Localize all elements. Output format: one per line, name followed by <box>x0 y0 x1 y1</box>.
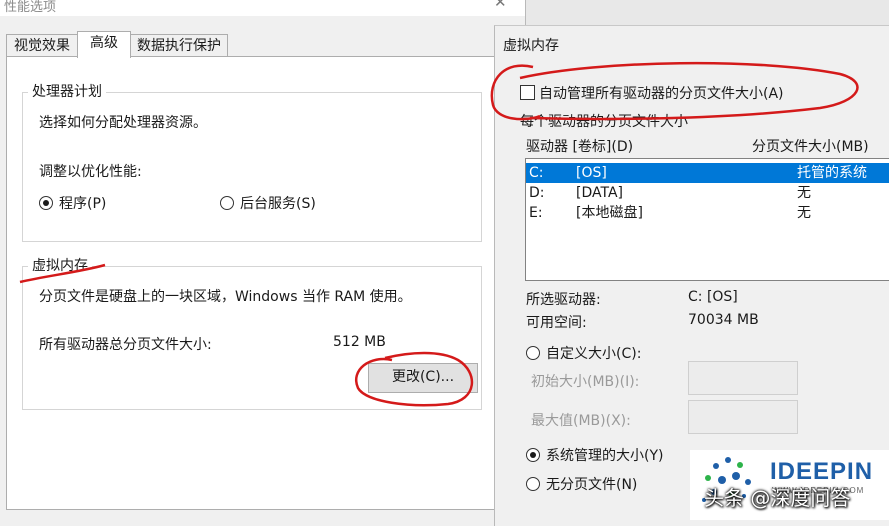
custom-size-label[interactable]: 自定义大小(C): <box>546 343 641 363</box>
size-column-header: 分页文件大小(MB) <box>752 139 869 155</box>
virtual-memory-title: 虚拟内存 <box>28 255 92 275</box>
drive-row-d[interactable]: D: [DATA] 无 <box>526 183 889 203</box>
drive-row-e[interactable]: E: [本地磁盘] 无 <box>526 203 889 223</box>
no-paging-file-radio[interactable] <box>526 477 540 491</box>
dialog-title: 虚拟内存 <box>503 38 559 54</box>
drive-letter: D: <box>529 185 545 201</box>
drive-column-header: 驱动器 [卷标](D) <box>526 139 634 155</box>
paging-file-description: 分页文件是硬盘上的一块区域，Windows 当作 RAM 使用。 <box>39 289 412 305</box>
programs-label[interactable]: 程序(P) <box>59 193 106 213</box>
free-space-label: 可用空间: <box>526 315 587 331</box>
background-services-radio[interactable] <box>220 196 234 210</box>
system-managed-radio[interactable] <box>526 448 540 462</box>
selected-drive-value: C: [OS] <box>688 289 738 305</box>
adjust-label: 调整以优化性能: <box>39 164 142 180</box>
max-size-label: 最大值(MB)(X): <box>531 413 631 429</box>
drive-volume-label: [DATA] <box>576 185 623 201</box>
system-managed-label[interactable]: 系统管理的大小(Y) <box>546 445 663 465</box>
drive-letter: C: <box>529 165 544 181</box>
drive-paging-size: 托管的系统 <box>797 165 867 181</box>
tab-advanced[interactable]: 高级 <box>77 31 131 58</box>
drive-volume-label: [OS] <box>576 165 607 181</box>
programs-radio[interactable] <box>39 196 53 210</box>
free-space-value: 70034 MB <box>688 312 759 328</box>
background-services-label[interactable]: 后台服务(S) <box>240 193 316 213</box>
processor-scheduling-title: 处理器计划 <box>28 81 106 101</box>
change-button[interactable]: 更改(C)... <box>368 363 478 393</box>
auto-manage-label[interactable]: 自动管理所有驱动器的分页文件大小(A) <box>539 83 784 103</box>
selected-drive-label: 所选驱动器: <box>526 292 601 308</box>
tab-visual-effects[interactable]: 视觉效果 <box>6 34 78 58</box>
per-drive-section-label: 每个驱动器的分页文件大小 <box>520 114 688 130</box>
custom-size-radio[interactable] <box>526 346 540 360</box>
initial-size-label: 初始大小(MB)(I): <box>531 374 640 390</box>
drive-paging-size: 无 <box>797 185 811 201</box>
watermark: IDEEPIN WWW.IDEEPIN.COM 头条 @深度问答 <box>690 450 889 520</box>
drive-row-c[interactable]: C: [OS] 托管的系统 <box>526 163 889 183</box>
title-bar: 性能选项 ✕ <box>0 0 525 16</box>
tab-panel-advanced: 处理器计划 选择如何分配处理器资源。 调整以优化性能: 程序(P) 后台服务(S… <box>6 56 495 510</box>
processor-description: 选择如何分配处理器资源。 <box>39 115 207 131</box>
max-size-input[interactable] <box>688 400 798 434</box>
drive-letter: E: <box>529 205 543 221</box>
initial-size-input[interactable] <box>688 361 798 395</box>
drive-paging-size: 无 <box>797 205 811 221</box>
window-title: 性能选项 <box>4 0 57 15</box>
auto-manage-checkbox[interactable] <box>520 85 535 100</box>
performance-options-window: 性能选项 ✕ 视觉效果 高级 数据执行保护 处理器计划 选择如何分配处理器资源。… <box>0 0 526 526</box>
drive-volume-label: [本地磁盘] <box>576 205 643 221</box>
watermark-caption: 头条 @深度问答 <box>704 486 851 510</box>
no-paging-file-label[interactable]: 无分页文件(N) <box>546 474 637 494</box>
total-paging-size-value: 512 MB <box>333 334 386 350</box>
close-icon[interactable]: ✕ <box>494 0 507 11</box>
total-paging-size-label: 所有驱动器总分页文件大小: <box>39 337 212 353</box>
drive-list[interactable]: C: [OS] 托管的系统 D: [DATA] 无 E: [本地磁盘] 无 <box>525 158 889 281</box>
tab-data-execution-prevention[interactable]: 数据执行保护 <box>130 34 228 58</box>
